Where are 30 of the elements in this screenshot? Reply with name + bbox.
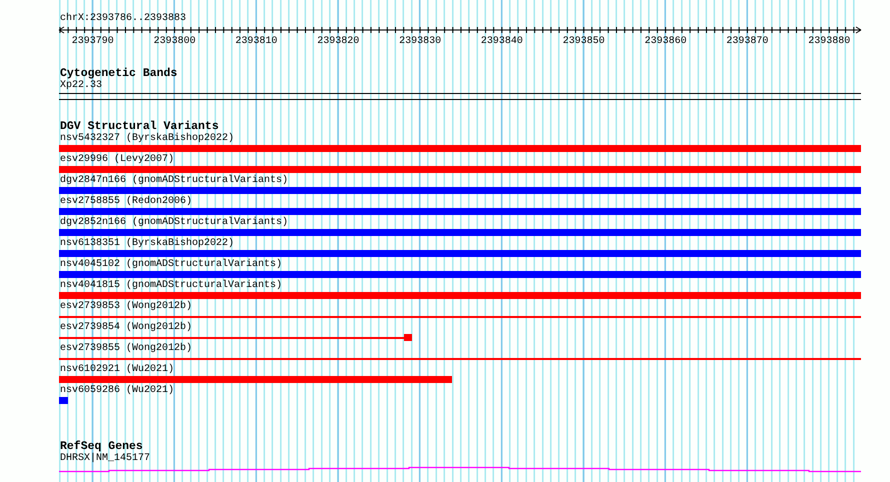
- ruler-tick-label: 2393870: [726, 36, 768, 47]
- variant-label[interactable]: nsv4041815 (gnomADStructuralVariants): [59, 280, 861, 292]
- ruler-tick-label: 2393830: [399, 36, 442, 47]
- track-title: DGV Structural Variants: [59, 121, 219, 133]
- ruler-tick-label: 2393790: [72, 36, 114, 47]
- track-title: Cytogenetic Bands: [59, 68, 178, 80]
- ruler-tick-label: 2393880: [808, 36, 850, 47]
- ruler-tick-label: 2393850: [562, 36, 605, 47]
- variant-label[interactable]: nsv6059286 (Wu2021): [59, 385, 861, 397]
- ruler-tick-label: 2393840: [480, 36, 523, 47]
- track-title: RefSeq Genes: [59, 441, 143, 453]
- ruler-tick-label: 2393860: [644, 36, 687, 47]
- ruler-tick-label: 2393820: [317, 36, 360, 47]
- variant-label[interactable]: esv2758855 (Redon2006): [59, 196, 861, 208]
- variant-label[interactable]: esv2739855 (Wong2012b): [59, 343, 861, 355]
- variant-label[interactable]: esv2739854 (Wong2012b): [59, 322, 861, 334]
- variant-label[interactable]: nsv6102921 (Wu2021): [59, 364, 861, 376]
- variant-block: [404, 334, 412, 341]
- variant-label[interactable]: esv29996 (Levy2007): [59, 154, 861, 166]
- variant-label[interactable]: nsv5432327 (ByrskaBishop2022): [59, 133, 861, 145]
- variant-label[interactable]: dgv2847n166 (gnomADStructuralVariants): [59, 175, 861, 187]
- variant-label[interactable]: dgv2852n166 (gnomADStructuralVariants): [59, 217, 861, 229]
- ruler-tick-label: 2393800: [154, 36, 196, 47]
- band-label[interactable]: Xp22.33: [59, 80, 861, 92]
- gene-label[interactable]: DHRSX|NM_145177: [59, 453, 861, 465]
- variant-label[interactable]: nsv4045102 (gnomADStructuralVariants): [59, 259, 861, 271]
- ruler-tick-label: 2393810: [235, 36, 278, 47]
- ruler-title: chrX:2393786..2393883: [59, 13, 188, 25]
- variant-label[interactable]: nsv6138351 (ByrskaBishop2022): [59, 238, 861, 250]
- variant-label[interactable]: esv2739853 (Wong2012b): [59, 301, 861, 313]
